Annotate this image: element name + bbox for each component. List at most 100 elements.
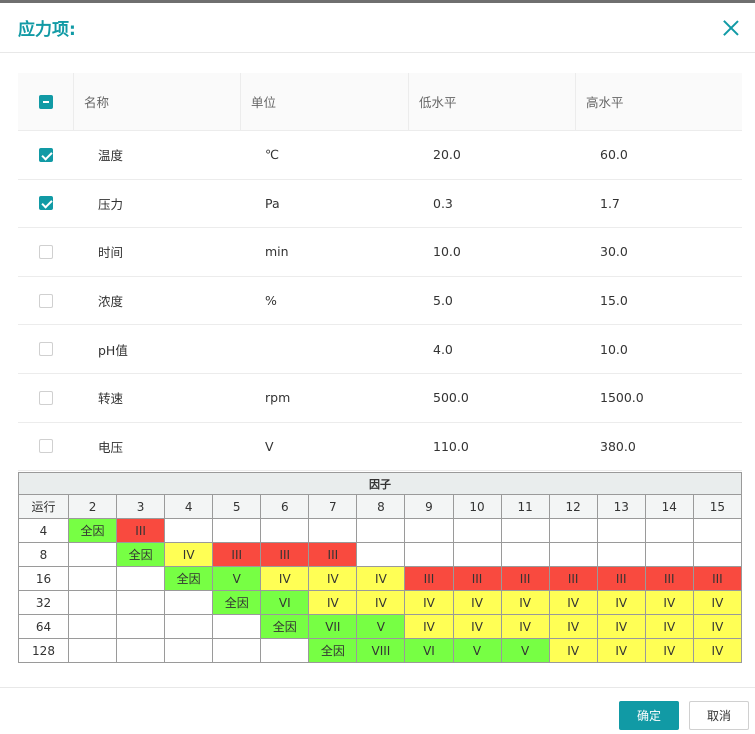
resolution-cell[interactable]: 全因	[164, 566, 214, 591]
resolution-cell[interactable]: IV	[404, 590, 454, 615]
resolution-cell[interactable]: V	[500, 638, 550, 663]
resolution-cell[interactable]: III	[212, 542, 262, 567]
resolution-cell[interactable]: IV	[596, 638, 646, 663]
resolution-cell	[67, 590, 118, 615]
row-name: 压力	[98, 196, 124, 212]
header-unit: 单位	[240, 73, 408, 130]
row-unit	[240, 325, 408, 373]
resolution-cell[interactable]: III	[308, 542, 358, 567]
resolution-cell[interactable]: IV	[644, 638, 694, 663]
resolution-cell[interactable]: IV	[548, 590, 598, 615]
resolution-cell[interactable]: IV	[692, 614, 743, 639]
resolution-cell[interactable]: 全因	[212, 590, 262, 615]
confirm-button[interactable]: 确定	[619, 701, 679, 730]
dialog-header: 应力项:	[0, 3, 755, 53]
row-high: 60.0	[600, 147, 628, 163]
resolution-cell[interactable]: IV	[356, 590, 406, 615]
resolution-cell[interactable]: IV	[308, 566, 358, 591]
header-low: 低水平	[408, 73, 575, 130]
resolution-cell[interactable]: VIII	[356, 638, 406, 663]
resolution-cell[interactable]: III	[692, 566, 743, 591]
factor-col-header: 4	[164, 494, 214, 519]
resolution-cell[interactable]: 全因	[260, 614, 310, 639]
resolution-cell[interactable]: IV	[644, 590, 694, 615]
row-low: 10.0	[433, 244, 461, 260]
resolution-cell	[164, 590, 214, 615]
resolution-cell[interactable]: IV	[260, 566, 310, 591]
resolution-cell[interactable]: VII	[308, 614, 358, 639]
resolution-cell[interactable]: 全因	[308, 638, 358, 663]
resolution-cell[interactable]: IV	[596, 614, 646, 639]
row-name: 温度	[98, 148, 124, 164]
stress-row[interactable]: 转速 rpm 500.0 1500.0	[18, 374, 742, 423]
select-all-checkbox[interactable]	[38, 94, 53, 109]
resolution-cell[interactable]: IV	[500, 614, 550, 639]
stress-row[interactable]: 时间 min 10.0 30.0	[18, 228, 742, 277]
factor-col-header: 3	[116, 494, 166, 519]
row-name: 时间	[98, 245, 124, 261]
resolution-cell	[596, 518, 646, 543]
resolution-cell	[116, 614, 166, 639]
stress-row[interactable]: 浓度% 5.0 15.0	[18, 277, 742, 326]
resolution-cell[interactable]: III	[644, 566, 694, 591]
row-checkbox[interactable]	[38, 196, 53, 211]
resolution-cell[interactable]: 全因	[67, 518, 118, 543]
factor-col-header: 7	[308, 494, 358, 519]
stress-row[interactable]: 温度 ℃ 20.0 60.0	[18, 131, 742, 180]
resolution-cell	[67, 614, 118, 639]
resolution-cell[interactable]: III	[404, 566, 454, 591]
row-checkbox[interactable]	[38, 342, 53, 357]
dialog-title: 应力项:	[18, 20, 76, 40]
row-checkbox[interactable]	[38, 439, 53, 454]
resolution-cell[interactable]: IV	[500, 590, 550, 615]
resolution-cell[interactable]: IV	[692, 590, 743, 615]
resolution-cell[interactable]: IV	[548, 614, 598, 639]
resolution-cell[interactable]: VI	[404, 638, 454, 663]
resolution-cell[interactable]: III	[548, 566, 598, 591]
close-icon[interactable]	[719, 16, 743, 40]
run-label: 运行	[18, 494, 69, 519]
resolution-cell	[692, 542, 743, 567]
resolution-cell[interactable]: V	[452, 638, 502, 663]
factor-row: 4 全因 III	[18, 518, 743, 543]
resolution-cell[interactable]: IV	[548, 638, 598, 663]
resolution-cell[interactable]: IV	[404, 614, 454, 639]
stress-row[interactable]: 电压 V 110.0 380.0	[18, 423, 742, 472]
row-checkbox[interactable]	[38, 244, 53, 259]
resolution-cell[interactable]: V	[212, 566, 262, 591]
factor-col-header: 14	[644, 494, 694, 519]
row-low: 500.0	[433, 390, 469, 406]
row-unit: V	[265, 438, 274, 454]
row-low: 4.0	[433, 341, 453, 357]
resolution-cell[interactable]: IV	[596, 590, 646, 615]
stress-row[interactable]: 压力 Pa 0.3 1.7	[18, 180, 742, 229]
resolution-cell[interactable]: IV	[308, 590, 358, 615]
header-high: 高水平	[575, 73, 742, 130]
factor-row: 8 全因 IV III III III	[18, 542, 743, 567]
stress-row[interactable]: pH值 4.0 10.0	[18, 325, 742, 374]
row-name: 浓度	[98, 294, 124, 310]
row-checkbox[interactable]	[38, 147, 53, 162]
resolution-cell[interactable]: III	[260, 542, 310, 567]
resolution-cell[interactable]: III	[116, 518, 166, 543]
cancel-button[interactable]: 取消	[689, 701, 749, 730]
resolution-cell[interactable]: VI	[260, 590, 310, 615]
row-checkbox[interactable]	[38, 390, 53, 405]
resolution-cell	[596, 542, 646, 567]
resolution-cell[interactable]: 全因	[116, 542, 166, 567]
resolution-cell[interactable]: IV	[356, 566, 406, 591]
resolution-cell[interactable]: III	[500, 566, 550, 591]
resolution-cell	[452, 542, 502, 567]
resolution-cell[interactable]: III	[596, 566, 646, 591]
resolution-cell[interactable]: V	[356, 614, 406, 639]
resolution-cell[interactable]: III	[452, 566, 502, 591]
row-high: 15.0	[600, 293, 628, 309]
resolution-cell[interactable]: IV	[164, 542, 214, 567]
factor-col-header: 8	[356, 494, 406, 519]
resolution-cell	[356, 542, 406, 567]
resolution-cell[interactable]: IV	[692, 638, 743, 663]
resolution-cell[interactable]: IV	[452, 590, 502, 615]
resolution-cell[interactable]: IV	[452, 614, 502, 639]
resolution-cell[interactable]: IV	[644, 614, 694, 639]
row-checkbox[interactable]	[38, 293, 53, 308]
